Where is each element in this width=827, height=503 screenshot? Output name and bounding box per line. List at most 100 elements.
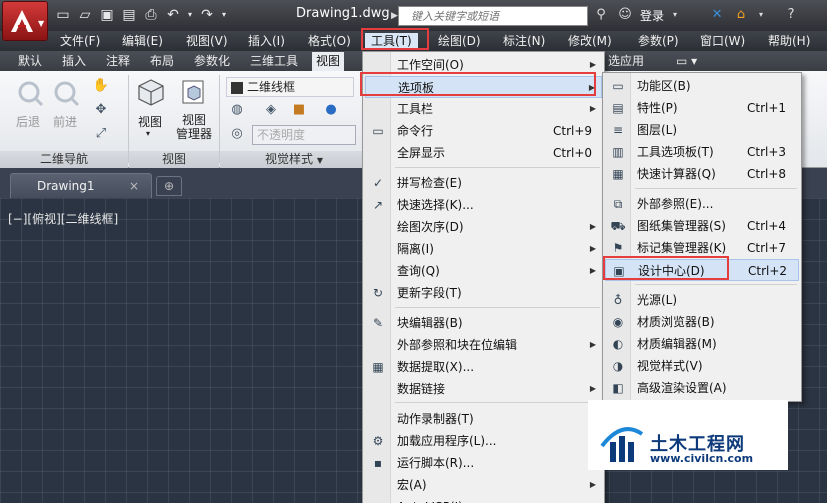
view-manager-icon[interactable] [180, 77, 210, 107]
tools-menu-item-macro[interactable]: 宏(A) ▶ [365, 474, 602, 496]
tools-menu-item-command-line[interactable]: ▭ 命令行 Ctrl+9 [365, 120, 602, 142]
tools-menu-annotation-box [361, 28, 429, 50]
tab-view[interactable]: 视图 [312, 52, 345, 71]
viewport-controls[interactable]: [−][俯视][二维线框] [8, 210, 118, 227]
panel-expand-icon[interactable]: ▼ [317, 156, 323, 165]
menu-item-label: AutoLISP(I) [397, 496, 463, 503]
search-box[interactable]: ▶ [391, 6, 588, 26]
back-button-label[interactable]: 后退 [16, 113, 40, 130]
help-icon[interactable]: ? [782, 6, 800, 24]
menu-item-shortcut: Ctrl+8 [747, 167, 787, 181]
palettes-item-tool-palettes[interactable]: ▥ 工具选项板(T) Ctrl+3 [605, 141, 799, 163]
view-cube-icon[interactable] [136, 77, 166, 107]
palettes-item-lights[interactable]: ♁ 光源(L) [605, 289, 799, 311]
ribbon-toggle-icon[interactable]: ▭ ▾ [676, 53, 697, 69]
xray-icon[interactable]: ◎ [228, 125, 246, 143]
lights-icon: ♁ [613, 293, 623, 307]
forward-button-label[interactable]: 前进 [53, 113, 77, 130]
tools-menu-item-action-recorder[interactable]: 动作录制器(T)▶ [365, 408, 602, 430]
edge-effect-icon[interactable]: ◈ [262, 101, 280, 119]
save-icon[interactable]: ▣ [98, 6, 116, 24]
tools-menu-item-spell-check[interactable]: ✓ 拼写检查(E) [365, 172, 602, 194]
open-folder-icon[interactable]: ▱ [76, 6, 94, 24]
palettes-item-quickcalc[interactable]: ▦ 快速计算器(Q) Ctrl+8 [605, 163, 799, 185]
tools-menu-dropdown: 工作空间(O) ▶ 选项板 ▶ 工具栏 ▶ ▭ 命令行 Ctrl+9 全屏显示 Ctrl+0 ✓ 拼写检… [362, 51, 605, 503]
app-store-icon[interactable]: ⌂ [732, 6, 750, 24]
close-icon[interactable]: × [129, 174, 139, 198]
tools-menu-item-inquiry[interactable]: 查询(Q) ▶ [365, 260, 602, 282]
tools-menu-item-draw-order[interactable]: 绘图次序(D) ▶ [365, 216, 602, 238]
exchange-x-icon[interactable]: ✕ [708, 6, 726, 24]
menu-format[interactable]: 格式(O) [308, 33, 351, 49]
palettes-item-materials-browser[interactable]: ◉ 材质浏览器(B) [605, 311, 799, 333]
tools-menu-item-data-links[interactable]: 数据链接 ▶ [365, 378, 602, 400]
view-button-label[interactable]: 视图 [138, 113, 162, 130]
view-manager-label[interactable]: 视图 管理器 [176, 113, 212, 141]
tools-menu-item-quick-select[interactable]: ↗ 快速选择(K)... [365, 194, 602, 216]
tools-menu-item-data-extraction[interactable]: ▦ 数据提取(X)... [365, 356, 602, 378]
login-dropdown-icon[interactable]: ▾ [670, 6, 680, 24]
palettes-item-visual-styles[interactable]: ◑ 视觉样式(V) [605, 355, 799, 377]
palettes-item-materials-editor[interactable]: ◐ 材质编辑器(M) [605, 333, 799, 355]
forward-arrow-icon[interactable] [52, 79, 82, 109]
menu-help[interactable]: 帮助(H) [768, 33, 810, 49]
tools-menu-item-run-script[interactable]: ▪ 运行脚本(R)... [365, 452, 602, 474]
palettes-item-layers[interactable]: ≡ 图层(L) [605, 119, 799, 141]
palettes-item-external-references[interactable]: ⧉ 外部参照(E)... [605, 193, 799, 215]
menu-edit[interactable]: 编辑(E) [122, 33, 163, 49]
application-menu-button[interactable]: ▼ [2, 1, 48, 41]
tools-menu-item-autolisp[interactable]: AutoLISP(I) ▶ [365, 496, 602, 503]
redo-icon[interactable]: ↷ [198, 6, 216, 24]
tab-apps[interactable]: 选应用 [608, 53, 644, 69]
pan-hand-icon[interactable]: ✋ [92, 77, 110, 95]
search-input[interactable] [399, 7, 587, 25]
tab-3d-tools[interactable]: 三维工具 [250, 53, 298, 69]
menu-view[interactable]: 视图(V) [186, 33, 228, 49]
tools-menu-item-update-fields[interactable]: ↻ 更新字段(T) [365, 282, 602, 304]
tab-drawing1[interactable]: Drawing1 × [10, 173, 152, 198]
menu-window[interactable]: 窗口(W) [700, 33, 745, 49]
save-as-icon[interactable]: ▤ [120, 6, 138, 24]
menu-modify[interactable]: 修改(M) [568, 33, 612, 49]
palettes-item-advanced-render-settings[interactable]: ◧ 高级渲染设置(A) [605, 377, 799, 399]
menu-parametric[interactable]: 参数(P) [638, 33, 679, 49]
palettes-item-properties[interactable]: ▤ 特性(P) Ctrl+1 [605, 97, 799, 119]
new-tab-button[interactable]: ⊕ [156, 176, 182, 196]
palettes-item-sheet-set-manager[interactable]: ⛟ 图纸集管理器(S) Ctrl+4 [605, 215, 799, 237]
tab-parametric[interactable]: 参数化 [194, 53, 230, 69]
print-icon[interactable]: ⎙ [142, 6, 160, 24]
new-file-icon[interactable]: ▭ [54, 6, 72, 24]
search-expand-icon[interactable]: ▶ [391, 11, 398, 21]
zoom-extents-icon[interactable]: ⤢ [92, 125, 110, 143]
login-link[interactable]: 登录 [640, 7, 664, 24]
sphere-material-icon[interactable]: ● [322, 101, 340, 119]
back-arrow-icon[interactable] [16, 79, 46, 109]
redo-dropdown-icon[interactable]: ▾ [220, 6, 228, 24]
undo-dropdown-icon[interactable]: ▾ [186, 6, 194, 24]
menu-dimension[interactable]: 标注(N) [503, 33, 545, 49]
view-dropdown-icon[interactable]: ▾ [146, 129, 150, 138]
tools-menu-item-clean-screen[interactable]: 全屏显示 Ctrl+0 [365, 142, 602, 164]
undo-icon[interactable]: ↶ [164, 6, 182, 24]
tools-menu-item-block-editor[interactable]: ✎ 块编辑器(B) [365, 312, 602, 334]
help-dropdown-icon[interactable]: ▾ [756, 6, 766, 24]
tools-menu-item-xref-edit[interactable]: 外部参照和块在位编辑 ▶ [365, 334, 602, 356]
shading-icon[interactable]: ◍ [228, 101, 246, 119]
palettes-item-ribbon[interactable]: ▭ 功能区(B) [605, 75, 799, 97]
tab-insert[interactable]: 插入 [62, 53, 86, 69]
menu-file[interactable]: 文件(F) [60, 33, 100, 49]
tools-menu-item-toolbars[interactable]: 工具栏 ▶ [365, 98, 602, 120]
tab-layout[interactable]: 布局 [150, 53, 174, 69]
menu-draw[interactable]: 绘图(D) [438, 33, 481, 49]
visual-style-select[interactable]: 二维线框 [226, 77, 354, 97]
tab-default[interactable]: 默认 [18, 53, 42, 69]
user-icon[interactable]: ☺ [616, 6, 634, 24]
tab-annotate[interactable]: 注释 [106, 53, 130, 69]
orbit-icon[interactable]: ✥ [92, 101, 110, 119]
tools-menu-item-isolate[interactable]: 隔离(I) ▶ [365, 238, 602, 260]
color-cube-icon[interactable]: ■ [290, 101, 308, 119]
opacity-field[interactable]: 不透明度 [252, 125, 356, 145]
menu-insert[interactable]: 插入(I) [248, 33, 285, 49]
binoculars-icon[interactable]: ⚲ [592, 6, 610, 24]
tools-menu-item-load-application[interactable]: ⚙ 加载应用程序(L)... [365, 430, 602, 452]
